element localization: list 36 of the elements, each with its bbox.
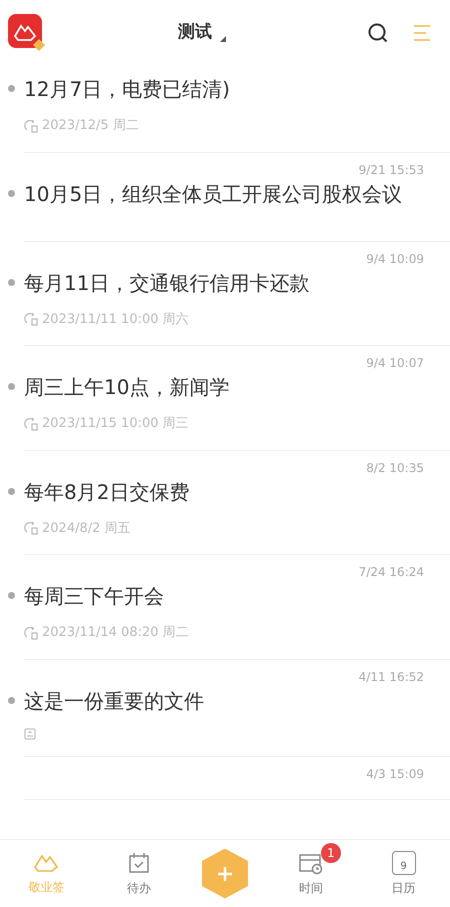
note-title[interactable]: 周三上午10点，新闻学 bbox=[24, 372, 246, 402]
note-time: 4/11 16:52 bbox=[358, 668, 424, 686]
note-time: 8/2 10:35 bbox=[366, 460, 424, 476]
header-title[interactable]: 测试 bbox=[178, 20, 212, 46]
note-time: 4/3 15:09 bbox=[366, 766, 424, 782]
reminder-date: 2024/8/2 周五 bbox=[42, 520, 131, 538]
note-time: 7/24 16:24 bbox=[358, 564, 424, 581]
reminder-date: 2023/11/14 08:20 周二 bbox=[42, 624, 189, 642]
tab-button[interactable]: 待办 bbox=[109, 850, 170, 896]
reminder-date: 2023/12/5 周二 bbox=[42, 117, 139, 135]
calendar-day-icon: 9 bbox=[392, 850, 416, 874]
note-title[interactable]: 12月7日，电费已结清) bbox=[24, 74, 246, 104]
note-title[interactable]: 这是一份重要的文件 bbox=[24, 686, 220, 716]
note-title[interactable]: 每周三下午开会 bbox=[24, 581, 180, 611]
note-time: 9/4 10:07 bbox=[366, 355, 424, 372]
repeat-icon bbox=[24, 626, 38, 640]
notification-badge: 1 bbox=[320, 842, 341, 862]
attachment-icon bbox=[24, 728, 36, 740]
reminder-date: 2023/11/11 10:00 周六 bbox=[42, 310, 189, 328]
search-icon bbox=[367, 22, 389, 44]
note-title[interactable]: 每月11日，交通银行信用卡还款 bbox=[24, 268, 326, 298]
reminder-date: 2023/11/15 10:00 周三 bbox=[42, 415, 189, 433]
repeat-icon bbox=[24, 521, 38, 536]
repeat-icon bbox=[24, 416, 38, 431]
menu-icon bbox=[412, 24, 432, 42]
note-title[interactable]: 每年8月2日交保费 bbox=[24, 476, 206, 506]
repeat-icon bbox=[24, 118, 38, 133]
plus-icon bbox=[216, 864, 234, 882]
tab-button[interactable]: 9 日历 bbox=[374, 850, 434, 896]
dropdown-caret-icon[interactable] bbox=[220, 36, 226, 42]
calendar-check-icon bbox=[127, 850, 152, 874]
note-time: 9/21 15:53 bbox=[358, 162, 424, 178]
app-logo-icon bbox=[8, 14, 46, 52]
repeat-icon bbox=[24, 312, 38, 326]
note-title[interactable]: 10月5日，组织全体员工开展公司股权会议 bbox=[24, 178, 418, 208]
note-time: 9/4 10:09 bbox=[366, 250, 424, 268]
